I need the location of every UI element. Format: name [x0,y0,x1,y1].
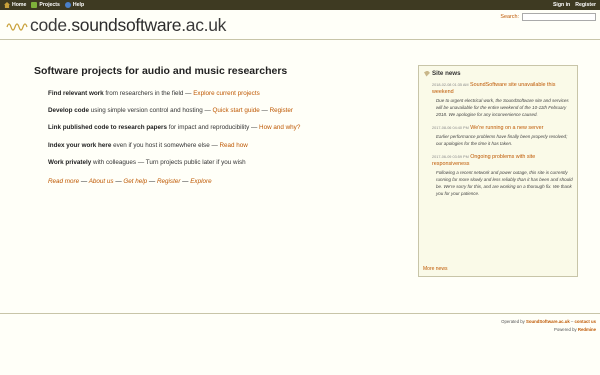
home-icon [4,2,10,8]
explore-projects-link[interactable]: Explore current projects [193,90,260,97]
news-body: Due to urgent electrical work, the Sound… [436,97,569,117]
main-content: Software projects for audio and music re… [0,41,600,313]
nav-help[interactable]: Help [64,2,85,8]
nav-help-label: Help [72,2,85,8]
about-us-link[interactable]: About us [89,178,114,185]
projects-icon [31,2,38,8]
read-more-link[interactable]: Read more [48,178,79,185]
link-separator: — [79,177,89,185]
site-logo[interactable]: code.soundsoftware.ac.uk [6,15,227,35]
feature-heading: Find relevant work [48,90,104,97]
feature-heading: Work privately [48,158,92,166]
news-date: 2017-08-06 04:40 PM [432,126,469,131]
read-how-link[interactable]: Read how [220,142,248,149]
news-header: 2017-08-06 04:40 PM We're running on a n… [432,125,573,132]
contact-us-link[interactable]: contact us [575,319,597,324]
feature-text: even if you host it somewhere else — [111,141,220,149]
search-input[interactable] [522,13,596,21]
search: Search: [500,13,596,21]
explore-link[interactable]: Explore [190,178,211,185]
feature-text: for impact and reproducibility — [166,124,260,132]
top-menu: Home Projects Help Sign in Register [0,0,600,10]
logo-suffix: .ac.uk [181,15,227,35]
news-date: 2017-06-09 03:59 PM [432,155,469,160]
nav-home[interactable]: Home [4,2,26,8]
feature-text: from researchers in the field — [103,90,194,97]
footer: Operated by SoundSoftware.ac.uk – contac… [0,313,600,334]
feature-item: Work privately with colleagues — Turn pr… [48,159,394,167]
feature-item: Index your work here even if you host it… [48,142,394,150]
redmine-link[interactable]: Redmine [578,327,596,332]
link-separator: — [147,177,157,185]
feature-item: Develop code using simple version contro… [48,107,394,115]
feature-item: Link published code to research papers f… [48,124,394,132]
news-item: 2017-08-06 04:40 PM We're running on a n… [432,125,573,147]
news-header: 2018-02-08 01:35 AM SoundSoftware site u… [432,82,573,96]
operated-by-label: Operated by [501,319,527,324]
operated-by: Operated by SoundSoftware.ac.uk – contac… [4,318,596,326]
feature-text: with colleagues — Turn projects public l… [91,158,246,166]
register-link[interactable]: Register [575,2,596,8]
quick-links: Read more — About us — Get help — Regist… [48,178,394,185]
nav-home-label: Home [12,2,27,8]
news-title-link[interactable]: We're running on a new server [470,125,543,131]
link-separator: — [113,177,124,185]
site-news-panel: Site news 2018-02-08 01:35 AM SoundSoftw… [418,65,578,277]
feature-heading: Index your work here [48,141,112,149]
logo-text: code.soundsoftware.ac.uk [30,15,227,35]
site-news-title: Site news [432,70,461,77]
powered-by-label: Powered by [553,327,578,333]
powered-by: Powered by Redmine [4,326,596,334]
logo-prefix: code. [30,15,72,35]
site-news-heading: Site news [424,70,573,77]
sound-wave-icon [6,23,28,31]
news-icon [424,70,430,77]
feature-text: using simple version control and hosting… [88,107,213,115]
header: code.soundsoftware.ac.uk Search: [0,10,600,40]
news-body: Earlier performance problems have finall… [436,133,568,146]
news-header: 2017-06-09 03:59 PM Ongoing problems wit… [432,154,573,168]
quick-start-link[interactable]: Quick start guide [213,107,260,114]
intro-section: Software projects for audio and music re… [34,65,394,185]
main-nav: Home Projects Help [4,2,84,8]
news-body: Following a recent network and power out… [436,169,573,197]
register-feature-link[interactable]: Register [270,107,293,114]
link-separator: — [180,177,191,185]
more-news-link[interactable]: More news [423,266,447,272]
search-label: Search: [500,14,519,20]
feature-separator: — [259,107,270,115]
operator-link[interactable]: SoundSoftware.ac.uk [526,319,570,324]
feature-item: Find relevant work from researchers in t… [48,90,394,98]
help-icon [64,2,71,8]
nav-projects-label: Projects [39,2,60,8]
how-and-why-link[interactable]: How and why? [259,124,300,131]
account-menu: Sign in Register [553,2,596,8]
feature-heading: Link published code to research papers [48,124,167,132]
get-help-link[interactable]: Get help [123,178,147,185]
logo-name: soundsoftware [71,15,182,35]
sign-in-link[interactable]: Sign in [553,2,570,8]
nav-projects[interactable]: Projects [31,2,60,8]
feature-heading: Develop code [48,107,89,115]
news-item: 2017-06-09 03:59 PM Ongoing problems wit… [432,154,573,197]
news-item: 2018-02-08 01:35 AM SoundSoftware site u… [432,82,573,118]
page-title: Software projects for audio and music re… [34,65,288,77]
register-quick-link[interactable]: Register [157,178,180,185]
news-date: 2018-02-08 01:35 AM [432,83,469,87]
